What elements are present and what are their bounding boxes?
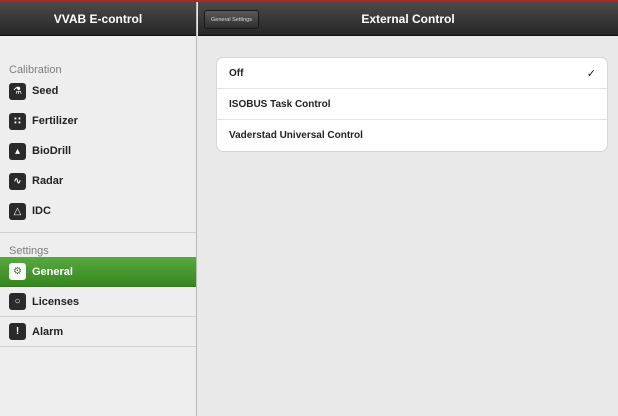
option-off[interactable]: Off ✓ bbox=[217, 58, 607, 89]
sidebar-item-label: Alarm bbox=[32, 325, 64, 338]
section-divider bbox=[0, 232, 196, 233]
radar-icon: ∿ bbox=[9, 172, 26, 190]
sidebar-item-label: Seed bbox=[32, 85, 59, 97]
page-title: External Control bbox=[361, 12, 455, 26]
sidebar-item-label: Fertilizer bbox=[32, 115, 78, 127]
option-label: Vaderstad Universal Control bbox=[229, 130, 363, 141]
sidebar-item-label: Licenses bbox=[32, 295, 80, 308]
external-control-options: Off ✓ ISOBUS Task Control Vaderstad Univ… bbox=[216, 57, 608, 152]
sidebar-item-label: IDC bbox=[32, 205, 51, 217]
option-vaderstad-universal-control[interactable]: Vaderstad Universal Control bbox=[217, 120, 607, 151]
sidebar-item-fertilizer[interactable]: ∷ Fertilizer bbox=[0, 106, 196, 136]
alarm-icon: ! bbox=[9, 323, 26, 340]
seed-icon: ⚗ bbox=[9, 82, 26, 100]
section-title-settings: Settings bbox=[9, 245, 49, 257]
sidebar-item-label: General bbox=[32, 265, 73, 278]
sidebar-item-label: BioDrill bbox=[32, 145, 72, 157]
option-label: ISOBUS Task Control bbox=[229, 98, 331, 110]
fertilizer-icon: ∷ bbox=[9, 112, 26, 130]
sidebar-item-label: Radar bbox=[32, 175, 64, 187]
biodrill-icon: ▴ bbox=[9, 142, 26, 160]
option-isobus-task-control[interactable]: ISOBUS Task Control bbox=[217, 89, 607, 120]
top-navigation-bar: General Settings External Control bbox=[198, 2, 618, 36]
option-label: Off bbox=[229, 67, 244, 79]
app-title: VVAB E-control bbox=[0, 2, 196, 36]
sidebar-item-seed[interactable]: ⚗ Seed bbox=[0, 76, 196, 106]
section-title-calibration: Calibration bbox=[9, 64, 62, 76]
sidebar-item-idc[interactable]: △ IDC bbox=[0, 196, 196, 226]
sidebar-item-licenses[interactable]: ○ Licenses bbox=[0, 287, 196, 317]
sidebar: VVAB E-control Calibration ⚗ Seed ∷ Fert… bbox=[0, 2, 197, 416]
sidebar-item-alarm[interactable]: ! Alarm bbox=[0, 317, 196, 347]
checkmark-icon: ✓ bbox=[586, 67, 596, 80]
licenses-icon: ○ bbox=[9, 293, 26, 310]
sidebar-item-radar[interactable]: ∿ Radar bbox=[0, 166, 196, 196]
sidebar-item-biodrill[interactable]: ▴ BioDrill bbox=[0, 136, 196, 166]
sidebar-item-general[interactable]: ⚙ General bbox=[0, 257, 196, 287]
main-panel: General Settings External Control Off ✓ … bbox=[198, 2, 618, 416]
general-icon: ⚙ bbox=[9, 263, 26, 280]
idc-icon: △ bbox=[9, 202, 26, 220]
